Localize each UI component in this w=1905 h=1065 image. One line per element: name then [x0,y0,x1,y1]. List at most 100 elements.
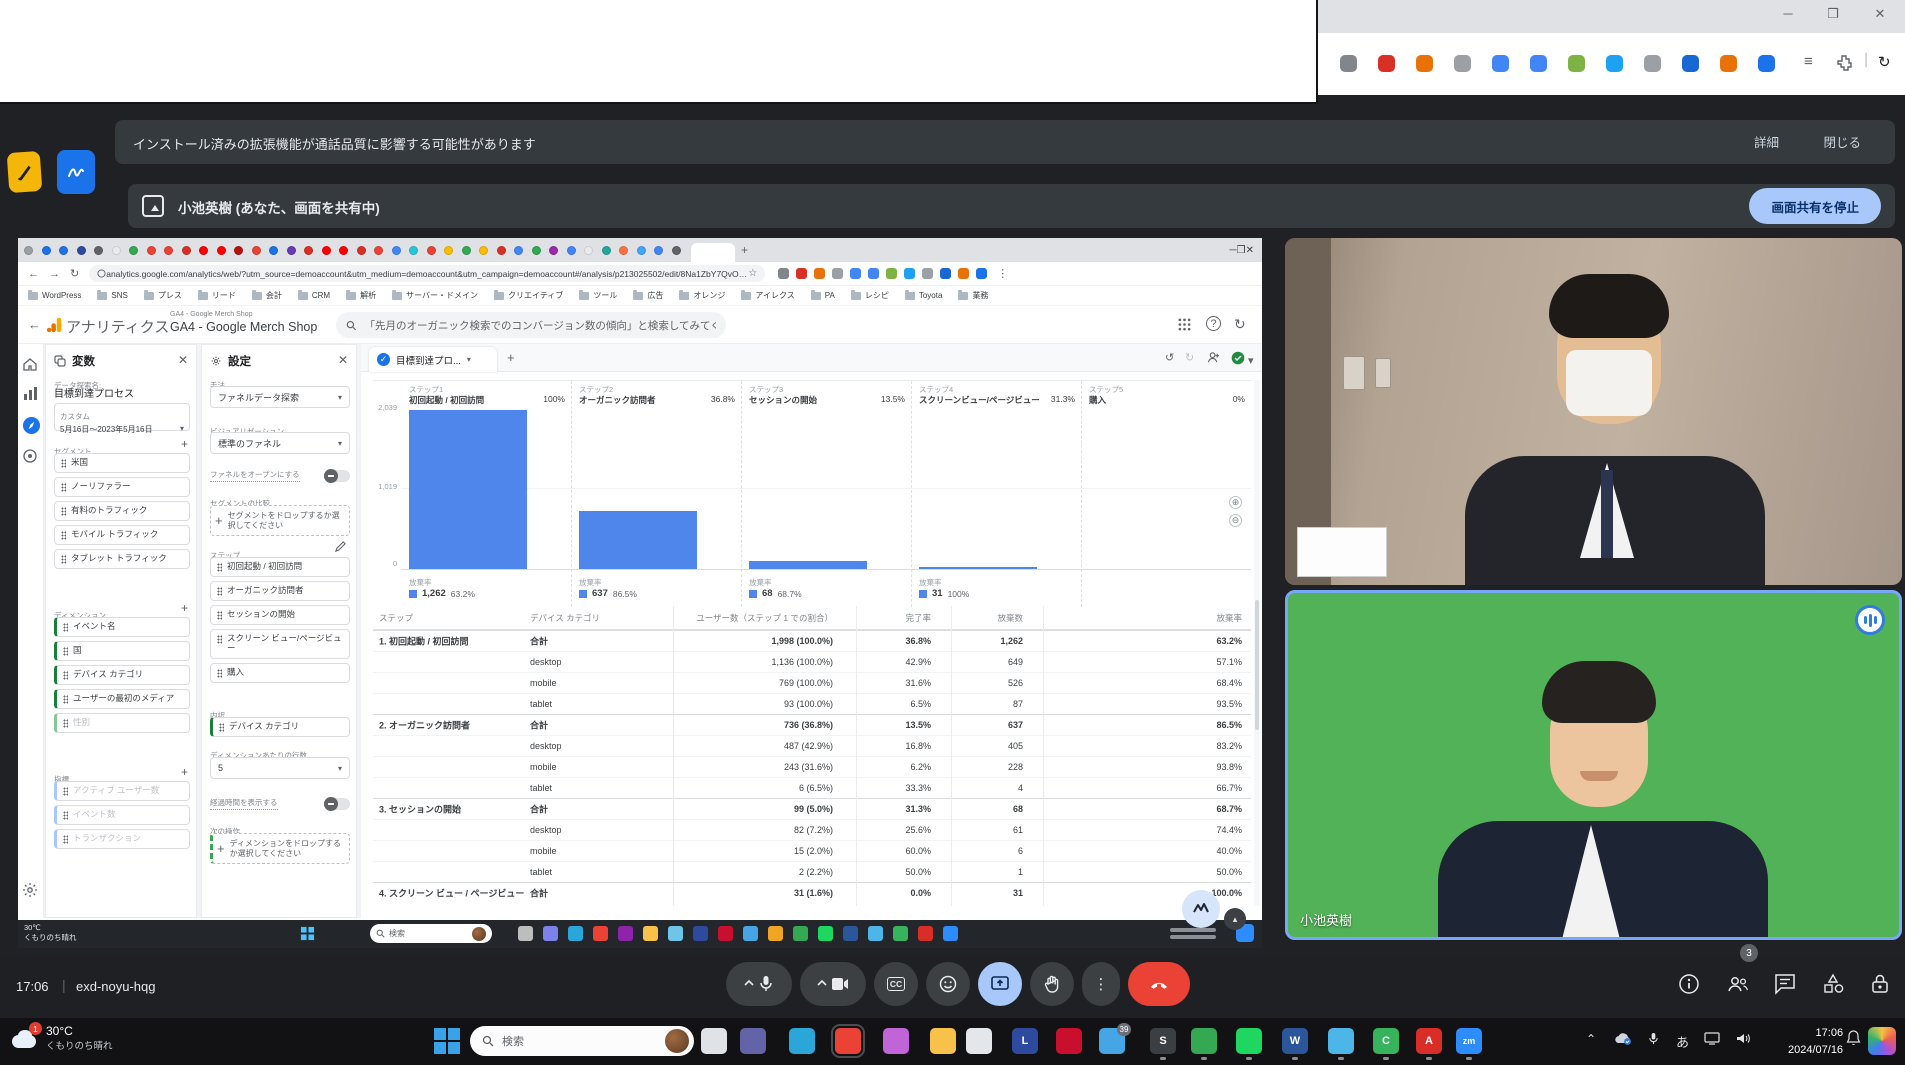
tab-favicon-7[interactable] [147,246,156,255]
bookmark-star-icon[interactable]: ☆ [748,268,757,279]
validated-caret[interactable]: ▾ [1248,354,1254,367]
date-range-field[interactable]: カスタム 5月16日～2023年5月16日▾ [54,403,190,431]
tab-favicon-10[interactable] [199,246,208,255]
back-icon[interactable]: ← [28,268,39,280]
shared-app-icon-13[interactable] [843,926,858,941]
metric-chip[interactable]: アクティブ ユーザー数 [54,781,190,801]
bookmark-item[interactable]: SNS [97,291,127,300]
segment-chip[interactable]: タブレット トラフィック [54,549,190,569]
table-row[interactable]: 3. セッションの開始合計99 (5.0%)31.3%6868.7% [373,798,1251,819]
details-button[interactable]: 詳細 [1748,131,1785,152]
bookmark-item[interactable]: CRM [298,291,330,300]
active-tab[interactable] [691,243,735,262]
ga-property-selector[interactable]: GA4 - Google Merch Shop [170,320,317,334]
maximize-icon[interactable]: ❒ [1823,6,1843,22]
camera-button[interactable] [800,962,866,1006]
shared-taskview-icon[interactable] [300,926,315,941]
table-row[interactable]: desktop487 (42.9%)16.8%40583.2% [373,735,1251,756]
redo-icon[interactable]: ↻ [1185,351,1194,364]
tab-favicon-21[interactable] [392,246,401,255]
tab-favicon-28[interactable] [514,246,523,255]
camera-icon-small[interactable] [778,268,789,279]
photos-icon[interactable] [1328,1028,1354,1054]
ime-indicator[interactable]: あ [1676,1032,1689,1051]
tag-icon-small[interactable] [850,268,861,279]
bookmark-item[interactable]: ツール [579,290,617,301]
chat-icon[interactable] [1774,973,1800,999]
mcafee-icon[interactable] [1056,1028,1082,1054]
tab-favicon-26[interactable] [479,246,488,255]
technique-select[interactable]: ファネルデータ探索▾ [210,386,350,408]
shared-app-icon-10[interactable] [768,926,783,941]
dismiss-button[interactable]: 閉じる [1817,131,1867,152]
explore-icon-selected[interactable] [22,416,40,434]
home-icon[interactable] [22,356,40,374]
shared-app-icon-16[interactable] [918,926,933,941]
bookmark-item[interactable]: アイレクス [741,290,794,301]
dimension-chip[interactable]: 国 [54,641,190,661]
add-tab-icon[interactable]: + [507,350,515,365]
tab-favicon-37[interactable] [672,246,681,255]
segment-chip[interactable]: ノーリファラー [54,477,190,497]
shared-app-icon-9[interactable] [743,926,758,941]
validated-icon[interactable] [1231,351,1245,365]
lightbulb-icon[interactable] [1568,55,1585,72]
bookmark-item[interactable]: WordPress [28,291,81,300]
tab-favicon-33[interactable] [602,246,611,255]
shared-search-box[interactable]: 検索 [370,924,492,943]
help-icon[interactable]: ? [1206,316,1221,331]
reports-icon[interactable] [22,386,40,404]
shared-weather[interactable]: 30℃くもりのち晴れ [24,923,77,943]
table-row[interactable]: desktop82 (7.2%)25.6%6174.4% [373,819,1251,840]
segment-drop-zone[interactable]: +セグメントをドロップするか選択してください [210,505,350,536]
minimize-icon[interactable]: ─ [1778,6,1798,21]
bookmark-item[interactable]: PA [811,291,835,300]
account-refresh-icon[interactable]: ↻ [1234,316,1246,333]
canvas-scrollbar[interactable] [1254,380,1260,906]
table-row[interactable]: mobile769 (100.0%)31.6%52668.4% [373,672,1251,693]
extension-shortcuts[interactable] [771,268,987,279]
line-icon[interactable]: L [1012,1028,1038,1054]
acrobat-icon[interactable]: A [1416,1028,1442,1054]
cast-icon[interactable] [1704,1032,1720,1045]
bookmark-item[interactable]: サーバー・ドメイン [392,290,478,301]
translate-icon[interactable] [1530,55,1547,72]
settings-close-icon[interactable]: ✕ [338,353,348,367]
ga-back-icon[interactable]: ← [28,317,41,332]
onedrive-icon[interactable] [1614,1032,1632,1045]
shared-app-icon-12[interactable] [818,926,833,941]
tab-favicon-18[interactable] [339,246,348,255]
participant-video-bottom-active[interactable]: 小池英樹 [1285,590,1902,940]
annotation-tool-icon[interactable] [7,151,43,193]
add-metric-icon[interactable]: + [181,765,188,779]
task-view-icon[interactable] [701,1028,727,1054]
background-tabs[interactable] [24,246,689,255]
tab-favicon-2[interactable] [59,246,68,255]
rocket-icon-small[interactable] [958,268,969,279]
mail-icon[interactable]: 39 [1099,1028,1125,1054]
shared-app-icon-6[interactable] [668,926,683,941]
tray-mic-icon[interactable] [1648,1032,1659,1046]
table-row[interactable]: 1. 初回起動 / 初回訪問合計1,998 (100.0%)36.8%1,262… [373,630,1251,651]
bookmark-item[interactable]: オレンジ [679,290,725,301]
inner-menu-icon[interactable]: ⋮ [997,267,1008,280]
bookmark-item[interactable]: レシピ [851,290,889,301]
bookmark-item[interactable]: Toyota [905,291,943,300]
google-chat-icon[interactable] [1191,1028,1217,1054]
snowflake-icon[interactable] [1682,55,1699,72]
tab-favicon-17[interactable] [322,246,331,255]
edge-icon[interactable] [789,1028,815,1054]
shared-app-icons[interactable] [518,926,958,941]
shared-app-icon-7[interactable] [693,926,708,941]
eye-icon[interactable] [1758,55,1775,72]
shared-app-icon-0[interactable] [518,926,533,941]
stop-presenting-button[interactable]: 画面共有を停止 [1749,188,1881,224]
spotify-icon[interactable] [1236,1028,1262,1054]
tab-favicon-30[interactable] [549,246,558,255]
close-icon[interactable]: ✕ [1870,6,1890,22]
tab-favicon-19[interactable] [357,246,366,255]
url-bar[interactable]: analytics.google.com/analytics/web/?utm_… [89,265,765,282]
twitter-icon[interactable] [1606,55,1623,72]
segment-chip[interactable]: 有料のトラフィック [54,501,190,521]
notification-bell-icon[interactable] [1846,1030,1861,1046]
